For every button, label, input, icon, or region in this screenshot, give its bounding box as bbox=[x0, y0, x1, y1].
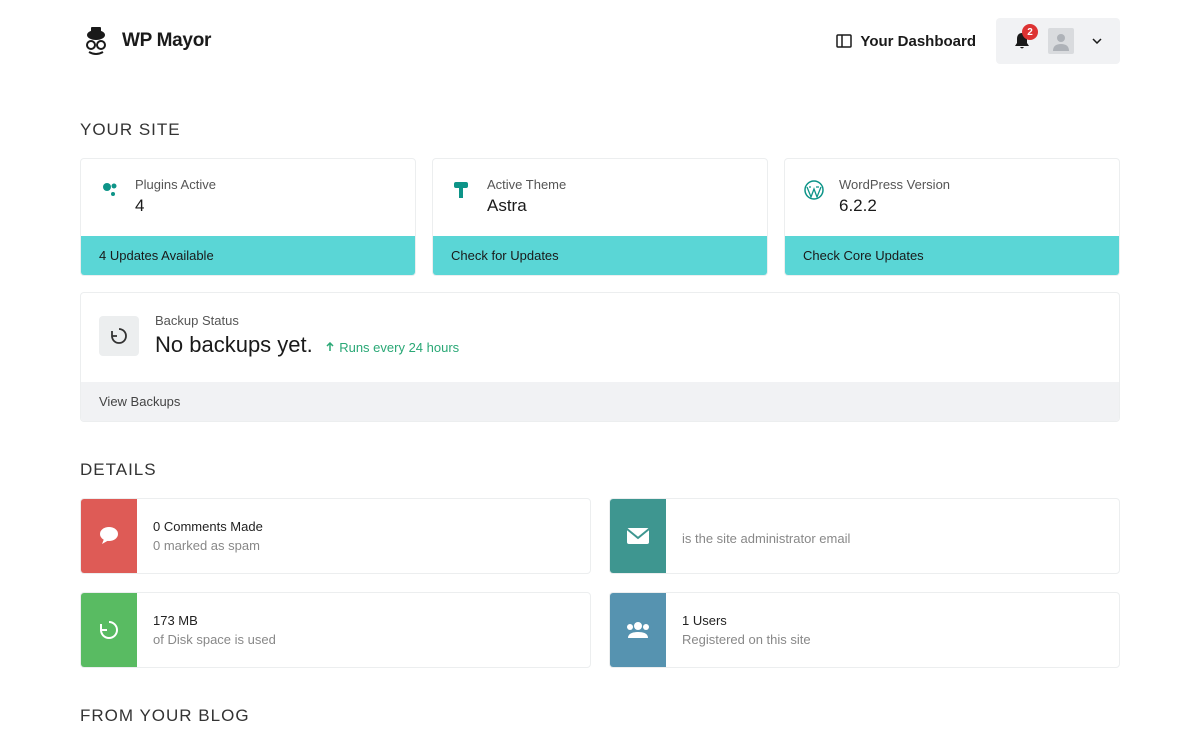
dashboard-link[interactable]: Your Dashboard bbox=[836, 33, 976, 50]
section-title-from-blog: FROM YOUR BLOG bbox=[80, 706, 1120, 726]
core-updates-link[interactable]: Check Core Updates bbox=[785, 236, 1119, 275]
dashboard-icon bbox=[836, 33, 852, 49]
detail-users: 1 Users Registered on this site bbox=[609, 592, 1120, 668]
card-wordpress: WordPress Version 6.2.2 Check Core Updat… bbox=[784, 158, 1120, 276]
theme-icon bbox=[451, 179, 473, 201]
detail-email: is the site administrator email bbox=[609, 498, 1120, 574]
backup-icon bbox=[99, 316, 139, 356]
wordpress-icon bbox=[803, 179, 825, 201]
logo[interactable]: WP Mayor bbox=[80, 25, 211, 57]
card-theme: Active Theme Astra Check for Updates bbox=[432, 158, 768, 276]
detail-disk: 173 MB of Disk space is used bbox=[80, 592, 591, 668]
header: WP Mayor Your Dashboard 2 bbox=[80, 0, 1120, 82]
card-plugins: Plugins Active 4 4 Updates Available bbox=[80, 158, 416, 276]
email-icon bbox=[610, 499, 666, 573]
user-box: 2 bbox=[996, 18, 1120, 64]
comments-icon bbox=[81, 499, 137, 573]
section-title-your-site: YOUR SITE bbox=[80, 120, 1120, 140]
disk-icon bbox=[81, 593, 137, 667]
arrow-up-icon bbox=[325, 342, 335, 352]
detail-comments: 0 Comments Made 0 marked as spam bbox=[80, 498, 591, 574]
logo-icon bbox=[80, 25, 112, 57]
avatar[interactable] bbox=[1048, 28, 1074, 54]
section-title-details: DETAILS bbox=[80, 460, 1120, 480]
plugins-icon bbox=[99, 179, 121, 201]
chevron-down-icon[interactable] bbox=[1092, 38, 1102, 44]
card-backup: Backup Status No backups yet. Runs every… bbox=[80, 292, 1120, 422]
logo-text: WP Mayor bbox=[122, 30, 211, 52]
theme-updates-link[interactable]: Check for Updates bbox=[433, 236, 767, 275]
notifications-button[interactable]: 2 bbox=[1014, 32, 1030, 50]
view-backups-link[interactable]: View Backups bbox=[81, 382, 1119, 421]
users-icon bbox=[610, 593, 666, 667]
plugins-updates-link[interactable]: 4 Updates Available bbox=[81, 236, 415, 275]
backup-hint: Runs every 24 hours bbox=[325, 340, 459, 355]
notification-badge: 2 bbox=[1022, 24, 1038, 40]
